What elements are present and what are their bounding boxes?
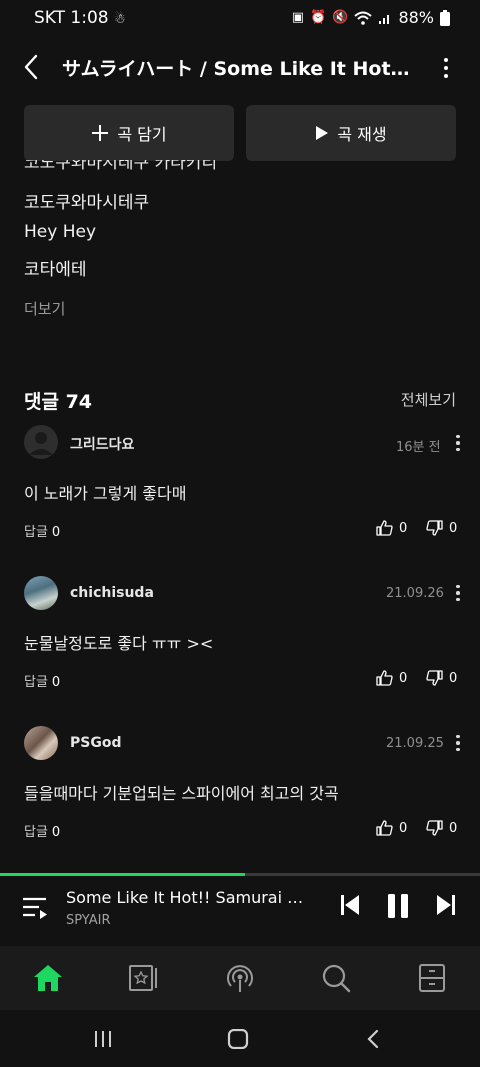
mute-icon: 🔇 xyxy=(332,10,349,25)
like-button[interactable]: 0 xyxy=(376,520,407,536)
thumbs-up-icon xyxy=(376,670,393,686)
system-navigation-bar xyxy=(0,1010,480,1067)
reply-button[interactable]: 답글 0 xyxy=(24,821,60,840)
pause-icon[interactable] xyxy=(386,893,410,919)
plus-icon xyxy=(92,125,109,141)
battery-icon xyxy=(440,9,450,26)
comment-text: 들을때마다 기분업되는 스파이에어 최고의 갓곡 xyxy=(24,784,339,803)
thumbs-down-icon xyxy=(426,820,443,836)
lyric-line: 코타에테 xyxy=(24,260,87,280)
thumbs-down-icon xyxy=(426,520,443,536)
comment-more-icon[interactable] xyxy=(450,582,466,604)
system-back-icon[interactable] xyxy=(366,1029,380,1049)
back-button[interactable] xyxy=(14,50,48,84)
lyric-line: Hey Hey xyxy=(24,222,97,242)
comment-username[interactable]: PSGod xyxy=(70,735,121,751)
dislike-button[interactable]: 0 xyxy=(426,820,457,836)
library-icon xyxy=(129,965,157,991)
previous-track-icon[interactable] xyxy=(340,894,360,916)
home-button-icon[interactable] xyxy=(227,1029,249,1049)
avatar[interactable] xyxy=(24,576,58,610)
sim-icon: ▣ xyxy=(291,10,305,25)
lyrics-more-link[interactable]: 더보기 xyxy=(24,298,65,319)
nav-search[interactable] xyxy=(316,960,356,996)
search-icon xyxy=(322,964,351,993)
bottom-navigation xyxy=(0,946,480,1010)
home-icon xyxy=(34,965,62,991)
lyric-line-partial: 코도쿠와마시테쿠 카타키리 xyxy=(24,160,218,173)
now-playing-title: Some Like It Hot!! Samurai Heart xyxy=(66,888,314,907)
add-song-label: 곡 담기 xyxy=(117,125,167,144)
carrier: SKT xyxy=(34,8,66,28)
thumbs-up-icon xyxy=(376,520,393,536)
nav-library[interactable] xyxy=(124,960,164,996)
default-user-icon xyxy=(29,432,53,455)
signal-icon xyxy=(379,14,390,24)
dislike-button[interactable]: 0 xyxy=(426,520,457,536)
play-song-label: 곡 재생 xyxy=(337,125,387,144)
storage-icon xyxy=(419,964,445,992)
page-header: サムライハート / Some Like It Hot!! Samurai Hea… xyxy=(0,40,480,96)
comment-time: 21.09.25 xyxy=(386,736,444,751)
chevron-left-icon xyxy=(24,54,38,80)
reply-button[interactable]: 답글 0 xyxy=(24,521,60,540)
notification-icon: ☃ xyxy=(114,12,126,27)
comment-username[interactable]: 그리드다요 xyxy=(70,434,134,454)
avatar[interactable] xyxy=(24,425,58,459)
comment-time: 16분 전 xyxy=(396,440,441,455)
comment-username[interactable]: chichisuda xyxy=(70,585,154,601)
nav-home[interactable] xyxy=(28,960,68,996)
next-track-icon[interactable] xyxy=(436,894,456,916)
playlist-queue-icon[interactable] xyxy=(22,896,48,920)
comment-time: 21.09.26 xyxy=(386,586,444,601)
comment-text: 이 노래가 그렇게 좋다매 xyxy=(24,484,187,503)
play-song-button[interactable]: 곡 재생 xyxy=(246,105,456,161)
thumbs-up-icon xyxy=(376,820,393,836)
recent-apps-icon[interactable] xyxy=(94,1030,112,1048)
more-options-icon[interactable] xyxy=(432,52,460,84)
comments-title: 댓글 74 xyxy=(24,391,93,413)
mini-player[interactable]: Some Like It Hot!! Samurai Heart SPYAIR xyxy=(0,876,480,942)
thumbs-down-icon xyxy=(426,670,443,686)
see-all-comments-link[interactable]: 전체보기 xyxy=(401,389,456,410)
reply-button[interactable]: 답글 0 xyxy=(24,671,60,690)
page-title: サムライハート / Some Like It Hot!! Samurai Hea… xyxy=(62,58,412,80)
clock: 1:08 xyxy=(70,8,109,28)
status-right: ▣ ⏰ 🔇 88% xyxy=(292,8,450,27)
comment-more-icon[interactable] xyxy=(450,732,466,754)
add-song-button[interactable]: 곡 담기 xyxy=(24,105,234,161)
comment-more-icon[interactable] xyxy=(450,432,466,454)
wifi-icon xyxy=(354,11,373,25)
battery-percent: 88% xyxy=(398,8,434,27)
avatar[interactable] xyxy=(24,726,58,760)
nav-podcast[interactable] xyxy=(220,960,260,996)
like-button[interactable]: 0 xyxy=(376,670,407,686)
dislike-button[interactable]: 0 xyxy=(426,670,457,686)
status-left: SKT 1:08 ☃ xyxy=(34,8,126,28)
like-button[interactable]: 0 xyxy=(376,820,407,836)
status-bar: SKT 1:08 ☃ ▣ ⏰ 🔇 88% xyxy=(0,0,480,36)
nav-storage[interactable] xyxy=(412,960,452,996)
alarm-icon: ⏰ xyxy=(310,10,327,25)
lyric-line: 코도쿠와마시테쿠 xyxy=(24,193,150,213)
comment-text: 눈물날정도로 좋다 ㅠㅠ >< xyxy=(24,634,214,653)
podcast-icon xyxy=(227,965,253,992)
now-playing-artist: SPYAIR xyxy=(66,913,111,928)
play-icon xyxy=(316,126,329,140)
